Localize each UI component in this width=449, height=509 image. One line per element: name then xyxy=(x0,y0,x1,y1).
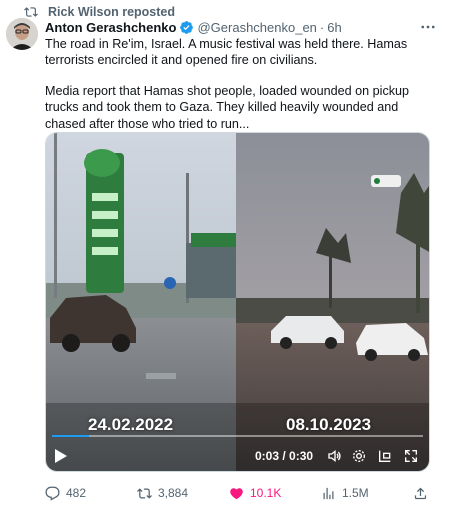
like-count: 10.1K xyxy=(250,486,282,500)
view-count: 1.5M xyxy=(342,486,369,500)
separator-dot: · xyxy=(319,19,325,35)
fullscreen-icon[interactable] xyxy=(403,448,419,464)
tweet-header: Anton Gerashchenko @Gerashchenko_en · 6h xyxy=(45,18,441,36)
share-icon xyxy=(414,487,427,499)
repost-label: Rick Wilson reposted xyxy=(48,5,175,19)
author-handle[interactable]: @Gerashchenko_en xyxy=(197,20,316,35)
video-player[interactable]: 24.02.2022 08.10.2023 0:03 / 0:30 xyxy=(45,132,430,472)
like-button[interactable]: 10.1K xyxy=(229,484,281,502)
post-text: The road in Re'im, Israel. A music festi… xyxy=(45,36,440,132)
action-bar: 482 3,884 10.1K 1.5M xyxy=(45,484,440,502)
video-progress-fill xyxy=(52,435,90,437)
verified-badge-icon xyxy=(180,20,194,34)
pip-icon[interactable] xyxy=(377,448,393,464)
video-progress-bar[interactable] xyxy=(52,435,423,437)
author-name[interactable]: Anton Gerashchenko xyxy=(45,20,176,35)
post-paragraph-2: Media report that Hamas shot people, loa… xyxy=(45,83,410,131)
more-options-icon[interactable] xyxy=(419,18,437,36)
right-date-caption: 08.10.2023 xyxy=(286,415,372,434)
share-button[interactable] xyxy=(413,484,428,502)
post-paragraph-1: The road in Re'im, Israel. A music festi… xyxy=(45,37,408,68)
settings-icon[interactable] xyxy=(351,448,367,464)
volume-icon[interactable] xyxy=(327,448,343,464)
views-icon xyxy=(323,487,334,499)
video-time: 0:03 / 0:30 xyxy=(255,449,314,463)
video-controls: 0:03 / 0:30 xyxy=(46,442,429,470)
post-time[interactable]: 6h xyxy=(327,20,341,35)
repost-icon xyxy=(24,7,38,17)
reply-button[interactable]: 482 xyxy=(45,484,86,502)
reply-count: 482 xyxy=(66,486,87,500)
repost-icon xyxy=(137,487,152,499)
like-icon xyxy=(230,487,243,499)
reply-icon xyxy=(45,486,60,501)
avatar-image xyxy=(6,18,38,50)
play-icon[interactable] xyxy=(54,448,68,464)
repost-count: 3,884 xyxy=(158,486,189,500)
avatar[interactable] xyxy=(6,18,38,50)
repost-button[interactable]: 3,884 xyxy=(137,484,188,502)
left-date-caption: 24.02.2022 xyxy=(88,415,174,434)
views-button[interactable]: 1.5M xyxy=(321,484,369,502)
